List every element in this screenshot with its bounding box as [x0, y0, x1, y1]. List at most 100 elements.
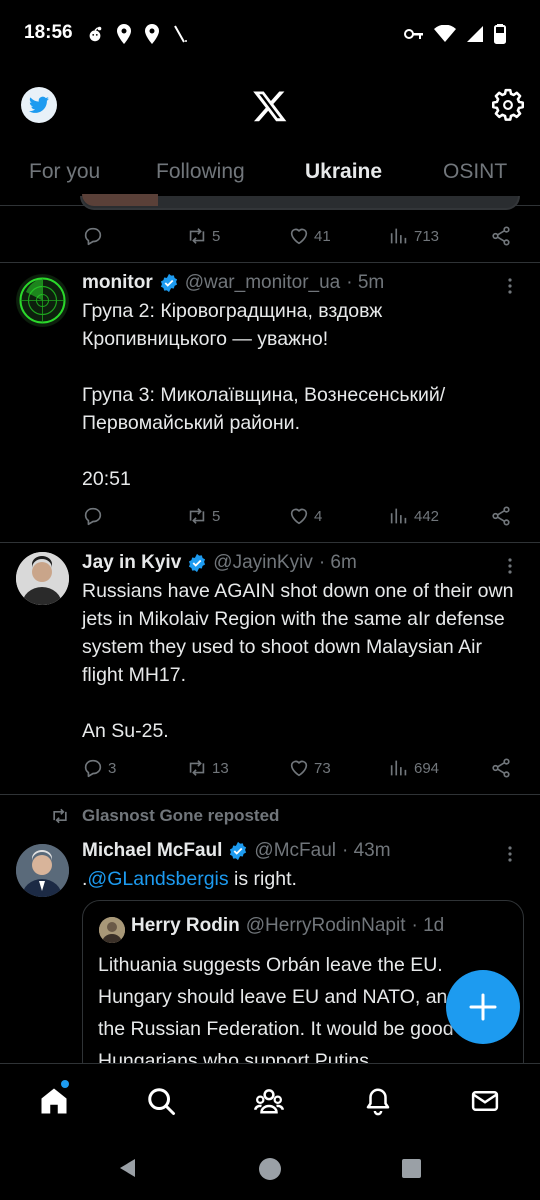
- quote-header: Herry Rodin @HerryRodinNapit · 1d: [131, 915, 444, 937]
- tab-ukraine[interactable]: Ukraine: [305, 160, 382, 184]
- repost-indicator[interactable]: Glasnost Gone reposted: [50, 806, 279, 826]
- person-avatar-icon: [16, 552, 69, 605]
- post-paragraph: Група 3: Миколаївщина, Вознесенський/ Пе…: [82, 384, 446, 434]
- reply-count: 3: [108, 759, 117, 777]
- quote-avatar: [99, 917, 125, 943]
- avatar[interactable]: [16, 552, 69, 605]
- tab-for-you[interactable]: For you: [29, 160, 100, 184]
- home-icon[interactable]: [39, 1086, 69, 1116]
- radar-avatar-icon: [16, 274, 69, 327]
- back-triangle-icon[interactable]: [117, 1157, 139, 1179]
- heart-icon: [290, 508, 308, 525]
- repost-icon: [53, 808, 67, 824]
- previous-post-actions: 5 41 713: [82, 222, 512, 250]
- like-button[interactable]: 73: [288, 754, 331, 782]
- recents-square-icon[interactable]: [401, 1158, 422, 1179]
- reply-button[interactable]: [82, 502, 104, 530]
- divider: [0, 794, 540, 795]
- views-button[interactable]: 442: [388, 502, 439, 530]
- signal-icon: [467, 26, 483, 42]
- reply-button[interactable]: [82, 222, 104, 250]
- views-chart-icon: [390, 508, 407, 524]
- view-count: 713: [414, 227, 440, 245]
- notifications-bell-icon[interactable]: [363, 1086, 393, 1116]
- quote-time: · 1d: [411, 915, 445, 936]
- like-count: 73: [314, 759, 331, 777]
- like-button[interactable]: 41: [288, 222, 331, 250]
- repost-count: 5: [212, 227, 221, 245]
- post-text: Група 2: Кіровоградщина, вздовж Кропивни…: [82, 297, 522, 493]
- share-button[interactable]: [490, 222, 512, 250]
- avatar[interactable]: [16, 844, 69, 897]
- messages-envelope-icon[interactable]: [470, 1086, 500, 1116]
- profile-avatar-button[interactable]: [21, 87, 57, 123]
- tab-following[interactable]: Following: [156, 160, 245, 184]
- compose-post-button[interactable]: [446, 970, 520, 1044]
- like-button[interactable]: 4: [288, 502, 322, 530]
- heart-icon: [290, 228, 308, 245]
- person-avatar-icon: [16, 844, 69, 897]
- more-options-icon[interactable]: [500, 276, 520, 296]
- author-name[interactable]: Michael McFaul: [82, 840, 222, 862]
- reply-button[interactable]: 3: [82, 754, 116, 782]
- verified-badge-icon: [230, 841, 247, 861]
- author-handle[interactable]: @war_monitor_ua: [185, 272, 341, 294]
- post-paragraph: Russians have AGAIN shot down one of the…: [82, 580, 514, 686]
- repost-icon: [189, 508, 205, 524]
- share-icon: [492, 506, 510, 526]
- author-name[interactable]: Jay in Kyiv: [82, 552, 181, 574]
- repost-count: 13: [212, 759, 229, 777]
- reddit-icon: [89, 26, 102, 42]
- repost-count: 5: [212, 507, 221, 525]
- search-icon[interactable]: [146, 1086, 176, 1116]
- more-options-icon[interactable]: [500, 844, 520, 864]
- like-count: 41: [314, 227, 331, 245]
- status-time: 18:56: [24, 22, 73, 43]
- post-monitor[interactable]: monitor @war_monitor_ua · 5m Група 2: Кі…: [0, 262, 540, 542]
- status-system-icons: [404, 22, 506, 46]
- heart-icon: [290, 760, 308, 777]
- view-count: 694: [414, 759, 440, 777]
- settings-gear-icon[interactable]: [491, 88, 525, 122]
- views-button[interactable]: 694: [388, 754, 439, 782]
- text-suffix: is right.: [228, 868, 297, 890]
- person-avatar-icon: [99, 917, 125, 943]
- repost-label: Glasnost Gone reposted: [82, 806, 280, 825]
- views-button[interactable]: 713: [388, 222, 439, 250]
- share-button[interactable]: [490, 502, 512, 530]
- repost-button[interactable]: 13: [186, 754, 229, 782]
- post-header: Michael McFaul @McFaul · 43m: [82, 840, 391, 862]
- more-options-icon[interactable]: [500, 556, 520, 576]
- location-icon-2: [145, 24, 159, 44]
- author-name[interactable]: monitor: [82, 272, 153, 294]
- post-actions: 5 4 442: [82, 502, 512, 530]
- wifi-icon: [434, 25, 456, 42]
- location-icon: [117, 24, 131, 44]
- previous-post-media[interactable]: [80, 194, 520, 210]
- share-icon: [492, 758, 510, 778]
- repost-button[interactable]: 5: [186, 502, 220, 530]
- battery-icon: [494, 24, 506, 44]
- views-chart-icon: [390, 228, 407, 244]
- quote-author-name: Herry Rodin: [131, 915, 240, 936]
- home-circle-icon[interactable]: [258, 1157, 282, 1181]
- slash-icon: [174, 25, 187, 43]
- share-button[interactable]: [490, 754, 512, 782]
- x-logo-icon[interactable]: [252, 88, 288, 124]
- post-paragraph: 20:51: [82, 468, 131, 490]
- post-header: Jay in Kyiv @JayinKyiv · 6m: [82, 552, 357, 574]
- tab-osint[interactable]: OSINT: [443, 160, 507, 184]
- views-chart-icon: [390, 760, 407, 776]
- author-handle[interactable]: @McFaul: [254, 840, 336, 862]
- post-header: monitor @war_monitor_ua · 5m: [82, 272, 384, 294]
- mention-link[interactable]: @GLandsbergis: [87, 868, 228, 890]
- communities-icon[interactable]: [254, 1086, 284, 1116]
- reply-icon: [84, 759, 102, 778]
- vpn-key-icon: [404, 29, 423, 39]
- repost-button[interactable]: 5: [186, 222, 220, 250]
- author-handle[interactable]: @JayinKyiv: [213, 552, 313, 574]
- reply-icon: [84, 227, 102, 246]
- post-time: · 6m: [318, 552, 357, 573]
- avatar[interactable]: [16, 274, 69, 327]
- reply-icon: [84, 507, 102, 526]
